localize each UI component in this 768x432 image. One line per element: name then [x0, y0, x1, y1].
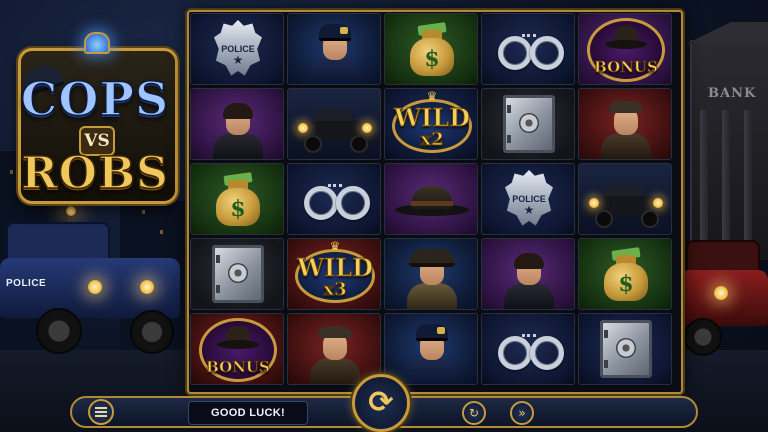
reel-cell: $	[578, 238, 672, 310]
money-bag-icon: $	[385, 14, 477, 84]
reel-cell	[287, 88, 381, 160]
reel-cell	[481, 88, 575, 160]
reel-cell	[384, 163, 478, 235]
reel-cell	[190, 238, 284, 310]
bank-sign: BANK	[708, 86, 757, 101]
police-car: POLICE	[0, 222, 185, 362]
gangster-flatcap-symbol	[288, 314, 380, 384]
money-bag-icon: $	[579, 239, 671, 309]
reel-cell	[287, 163, 381, 235]
bonus-label: BONUS	[206, 358, 270, 377]
reel-cell: ♛ WILD x2	[384, 88, 478, 160]
vintage-car-icon	[579, 164, 671, 234]
reel-cell	[287, 13, 381, 85]
fedora-icon	[385, 164, 477, 234]
gangster-flatcap-figure	[601, 99, 651, 159]
reel-cell	[481, 13, 575, 85]
handcuffs-icon	[482, 14, 574, 84]
message-display: GOOD LUCK!	[188, 401, 308, 425]
street-lamp-light	[66, 206, 76, 216]
wild-x3-symbol: ♛ WILD x3	[288, 239, 380, 309]
wild-x2-symbol: ♛ WILD x2	[385, 89, 477, 159]
police-officer-symbol	[288, 14, 380, 84]
detective-fedora-figure	[407, 249, 457, 309]
dollar-sign: $	[424, 46, 440, 72]
wild-multiplier: x2	[420, 129, 444, 151]
police-badge-icon: POLICE ★	[482, 164, 574, 234]
flapper-woman-figure	[504, 249, 554, 309]
dollar-sign: $	[230, 196, 246, 222]
reel-cell	[384, 238, 478, 310]
autoplay-button[interactable]: ↻	[462, 401, 486, 425]
game-logo: COPS VS ROBS	[10, 26, 180, 206]
reel-cell	[481, 238, 575, 310]
siren-icon	[84, 32, 110, 54]
safe-icon	[482, 89, 574, 159]
turbo-button[interactable]: »	[510, 401, 534, 425]
handcuffs-icon	[482, 314, 574, 384]
bonus-symbol: BONUS	[579, 14, 671, 84]
safe-icon	[579, 314, 671, 384]
reel-cell: ♛ WILD x3	[287, 238, 381, 310]
reel-cell	[578, 313, 672, 385]
reel-cell: $	[384, 13, 478, 85]
wild-label: WILD	[297, 253, 374, 283]
reel-cell	[287, 313, 381, 385]
reel-cell	[578, 88, 672, 160]
bonus-symbol: BONUS	[191, 314, 283, 384]
reel-cell: BONUS	[190, 313, 284, 385]
reel-cell: $	[190, 163, 284, 235]
safe-icon	[191, 239, 283, 309]
dollar-sign: $	[618, 271, 634, 297]
handcuffs-icon	[288, 164, 380, 234]
red-getaway-car	[680, 240, 768, 360]
bonus-label: BONUS	[594, 58, 658, 77]
reel-cell	[481, 313, 575, 385]
spin-arrows-icon: ⟳	[368, 385, 394, 420]
police-badge-icon: POLICE ★	[191, 14, 283, 84]
money-bag-icon: $	[191, 164, 283, 234]
police-car-label: POLICE	[6, 278, 47, 289]
detective-fedora-symbol	[385, 239, 477, 309]
police-officer-symbol	[385, 314, 477, 384]
autoplay-icon: ↻	[468, 406, 480, 420]
wild-label: WILD	[394, 103, 471, 133]
reel-cell: POLICE ★	[190, 13, 284, 85]
reel-cell	[384, 313, 478, 385]
fast-forward-icon: »	[518, 406, 526, 420]
menu-button[interactable]	[88, 399, 114, 425]
flapper-woman-symbol	[191, 89, 283, 159]
gangster-flatcap-symbol	[579, 89, 671, 159]
reel-cell	[190, 88, 284, 160]
vintage-car-icon	[288, 89, 380, 159]
hamburger-menu-icon	[95, 407, 107, 417]
logo-title-cops: COPS	[20, 71, 170, 127]
reel-cell	[578, 163, 672, 235]
gangster-flatcap-figure	[310, 324, 360, 384]
logo-title-robs: ROBS	[20, 147, 169, 200]
spin-button[interactable]: ⟳	[352, 374, 410, 432]
wild-multiplier: x3	[323, 279, 347, 301]
flapper-woman-symbol	[482, 239, 574, 309]
reel-cell: POLICE ★	[481, 163, 575, 235]
reel-grid: POLICE ★ $ BONUS ♛ WILD x2 $ POLICE ★ ♛ WILD x3 $ BONU…	[190, 13, 678, 389]
police-officer-figure	[310, 24, 360, 84]
bank-building: BANK	[686, 22, 768, 260]
police-officer-figure	[407, 324, 457, 384]
reel-cell: BONUS	[578, 13, 672, 85]
flapper-woman-figure	[213, 99, 263, 159]
